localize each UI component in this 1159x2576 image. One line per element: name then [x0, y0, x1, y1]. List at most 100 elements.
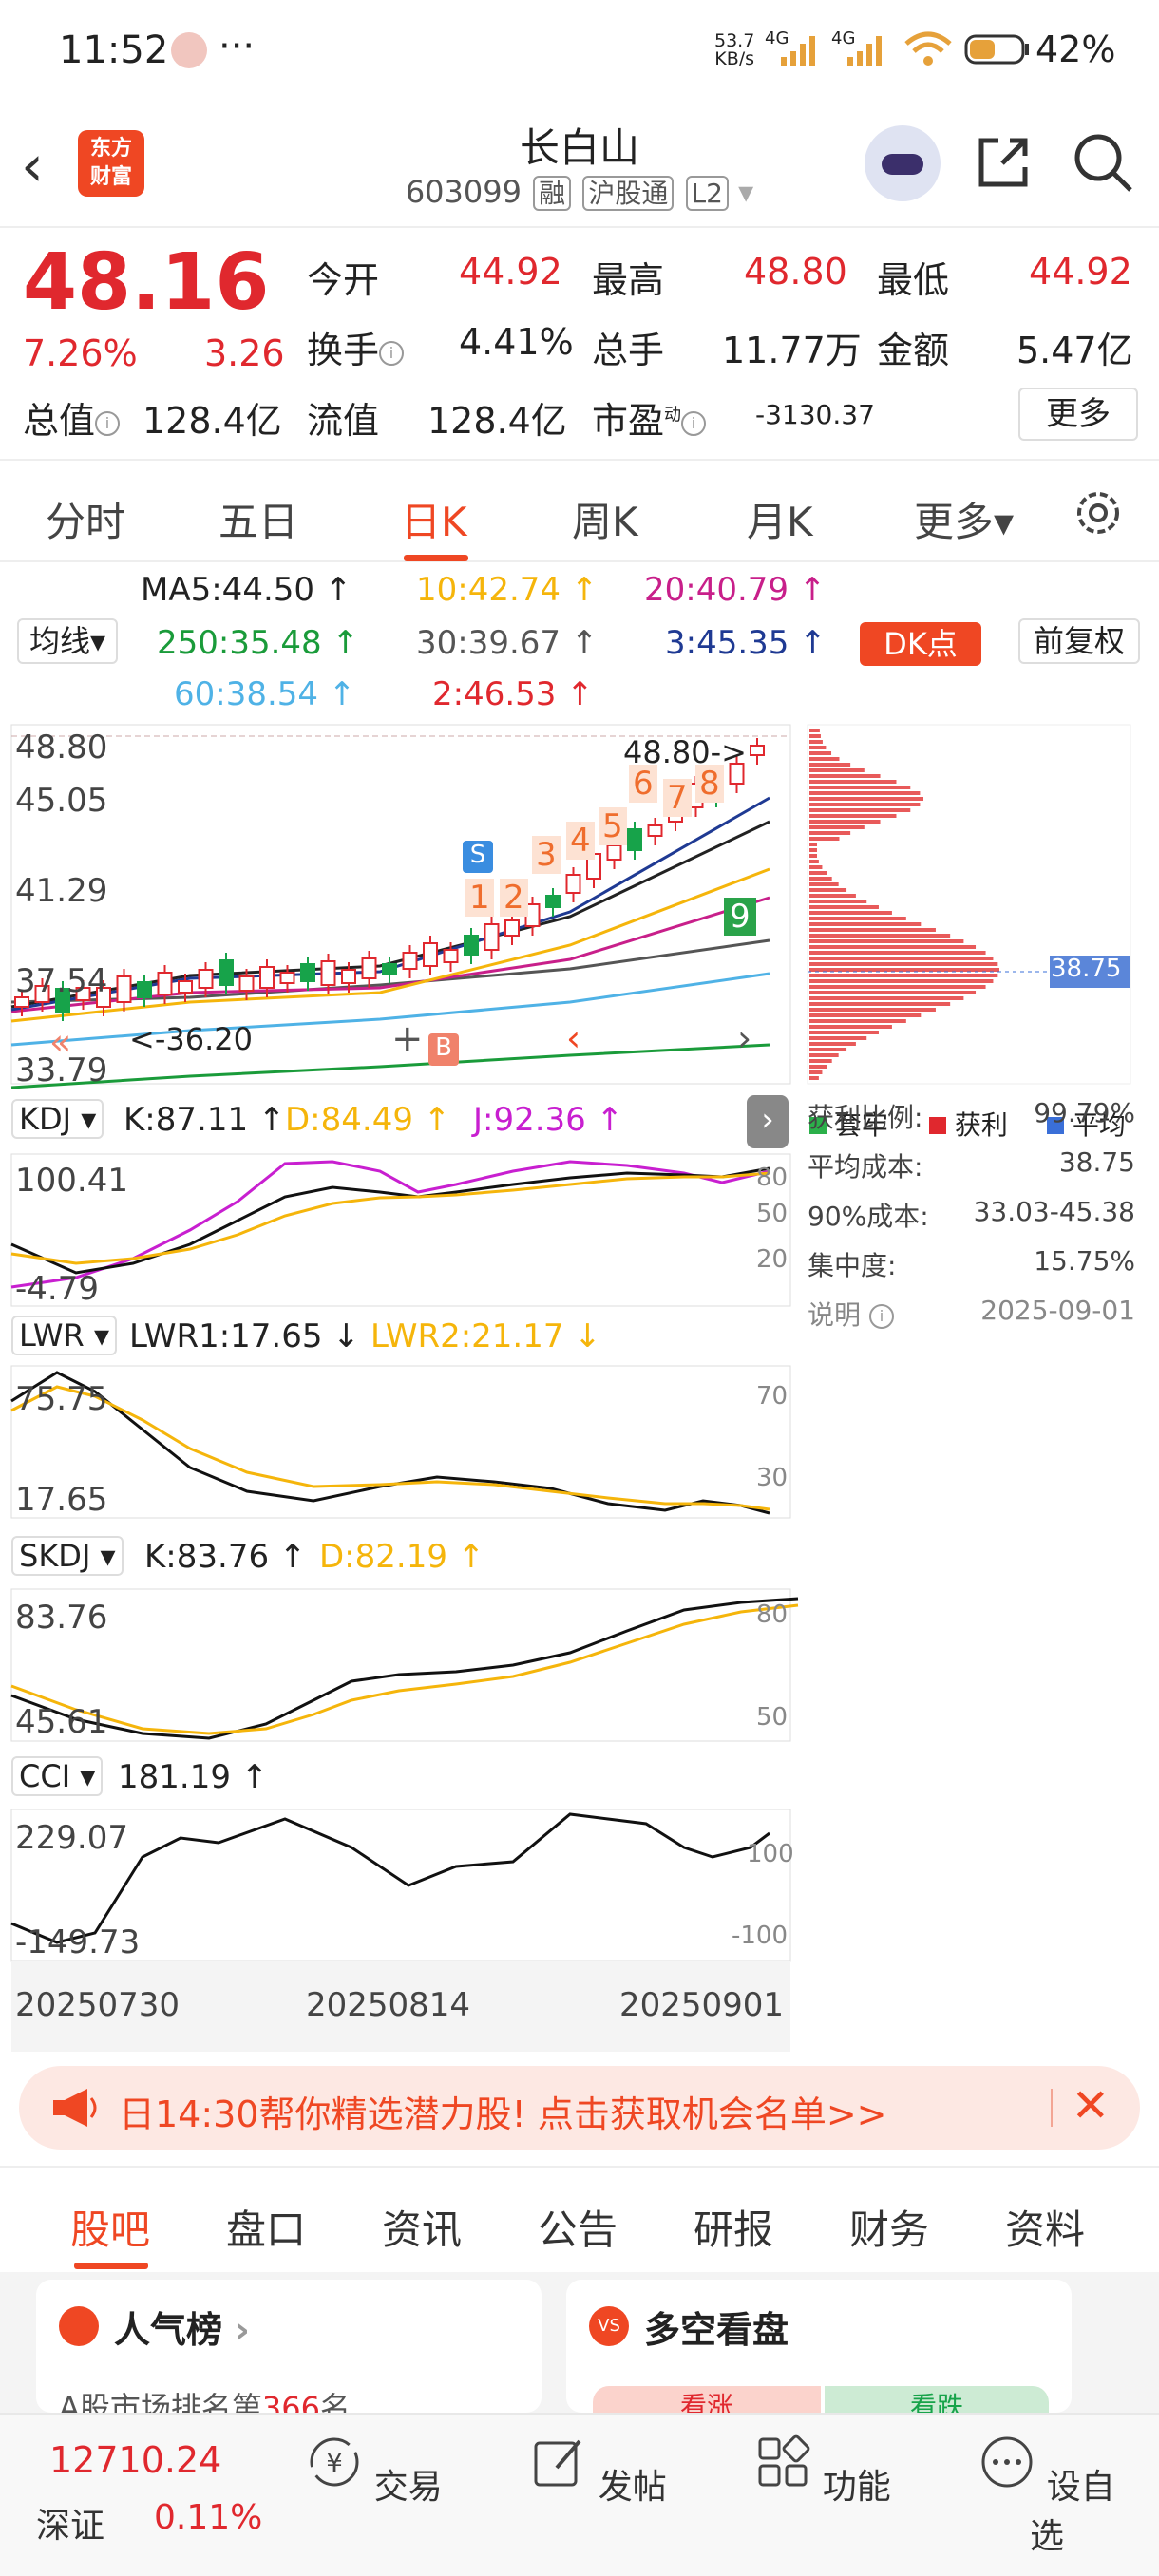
candle-body [464, 935, 479, 956]
gear-icon[interactable] [1072, 486, 1125, 540]
chart-area[interactable]: 48.80 45.05 41.29 37.54 33.79 48.80-> <-… [0, 717, 1159, 2052]
amount-label: 金额 [877, 330, 950, 371]
chip-bar [809, 734, 821, 738]
sell-signal[interactable]: S [463, 841, 493, 873]
expand-panel-button[interactable]: › [747, 1095, 788, 1148]
chip-bar [809, 1036, 867, 1040]
candle-body [259, 966, 275, 989]
lwr-top: 75.75 [15, 1380, 108, 1418]
candle-body [484, 923, 500, 951]
kline-svg[interactable] [0, 717, 1159, 2052]
nav-trade[interactable]: ¥ 交易 [298, 2434, 450, 2509]
pe-label[interactable]: 市盈动 i [592, 391, 707, 444]
info-icon: i [379, 340, 405, 366]
popularity-card[interactable]: 人气榜 › A股市场排名第366名 [36, 2280, 542, 2426]
turnover-value: 4.41% [459, 321, 574, 363]
nav-functions[interactable]: 功能 [747, 2434, 899, 2509]
chip-bar [809, 985, 986, 989]
ma3-label: 3:45.35 ↑ [665, 624, 826, 662]
tab-daily-k[interactable]: 日K [401, 490, 467, 548]
wifi-icon [904, 31, 952, 66]
chip-bar [809, 1053, 839, 1057]
candle-body [157, 972, 173, 995]
chip-bar [809, 1025, 892, 1029]
ma-selector[interactable]: 均线▾ [17, 618, 118, 664]
date-start: 20250730 [15, 1986, 180, 2024]
tab-research[interactable]: 研报 [694, 2198, 773, 2256]
turnover-label[interactable]: 换手 i [307, 321, 405, 373]
share-icon[interactable] [974, 133, 1033, 192]
float-label: 流值 [307, 400, 380, 442]
nav-post[interactable]: 发帖 [522, 2434, 674, 2509]
l2-tag: L2 [685, 176, 729, 211]
y-label-3: 41.29 [15, 872, 108, 910]
chip-bar [809, 1076, 819, 1080]
prev-icon[interactable]: ‹ [566, 1017, 580, 1059]
chip-bar [809, 814, 897, 818]
double-left-icon[interactable]: « [49, 1021, 71, 1063]
chip-bar [809, 996, 964, 1000]
tab-profile[interactable]: 资料 [1005, 2198, 1085, 2256]
cost-90-row: 90%成本: 33.03-45.38 [808, 1196, 1135, 1232]
lwr-selector[interactable]: LWR ▾ [11, 1316, 117, 1355]
skdj-selector[interactable]: SKDJ ▾ [11, 1536, 124, 1576]
tab-weekly-k[interactable]: 周K [572, 490, 638, 548]
feature-cards: 人气榜 › A股市场排名第366名 VS 多空看盘 看涨 看跌 [0, 2272, 1159, 2426]
index-value[interactable]: 12710.24 [49, 2439, 221, 2481]
next-icon[interactable]: › [737, 1017, 751, 1059]
candle-body [116, 975, 132, 1003]
seq-3: 3 [532, 836, 560, 874]
index-name[interactable]: 深证 [36, 2498, 104, 2548]
tab-news[interactable]: 资讯 [382, 2198, 462, 2256]
cci-selector[interactable]: CCI ▾ [11, 1756, 104, 1796]
chip-bar [809, 962, 998, 966]
tab-announcements[interactable]: 公告 [538, 2198, 618, 2256]
signal-icon-2 [847, 36, 882, 66]
mktcap-label[interactable]: 总值 i [23, 391, 121, 444]
index-percent[interactable]: 0.11% [154, 2498, 262, 2537]
chip-bar [809, 905, 879, 909]
content-tabs: 股吧 盘口 资讯 公告 研报 财务 资料 [0, 2166, 1159, 2270]
concentration-row: 集中度: 15.75% [808, 1245, 1135, 1281]
close-icon[interactable]: ✕ [1050, 2079, 1110, 2132]
tab-more[interactable]: 更多▾ [914, 490, 1014, 548]
seq-9: 9 [724, 898, 756, 936]
seq-2: 2 [500, 879, 528, 917]
low-value: 44.92 [1029, 251, 1132, 293]
date-end: 20250901 [619, 1986, 785, 2024]
more-notifications-icon: ··· [218, 25, 256, 68]
note-row[interactable]: 说明 i 2025-09-01 [808, 1295, 1135, 1344]
assistant-robot-icon[interactable] [864, 125, 940, 201]
tab-guba[interactable]: 股吧 [70, 2198, 150, 2256]
chip-bar [809, 900, 867, 903]
tab-finance[interactable]: 财务 [849, 2198, 929, 2256]
buy-signal[interactable]: B [428, 1033, 459, 1066]
chip-bar [809, 934, 951, 938]
candle-body [178, 980, 193, 994]
volume-value: 11.77万 [722, 330, 862, 371]
more-quote-button[interactable]: 更多 [1018, 388, 1138, 441]
promo-banner[interactable]: 日14:30帮你精选潜力股! 点击获取机会名单>> ✕ [19, 2066, 1140, 2150]
dk-point-button[interactable]: DK点 [860, 622, 981, 666]
edit-icon [534, 2439, 581, 2487]
bull-bear-card[interactable]: VS 多空看盘 看涨 看跌 [566, 2280, 1072, 2422]
chip-bar [809, 825, 864, 829]
change-amount: 3.26 [204, 332, 285, 374]
candle-body [238, 975, 255, 992]
chip-bar [809, 1059, 832, 1063]
nav-watchlist[interactable]: 设自选 [971, 2434, 1123, 2558]
search-icon[interactable] [1072, 131, 1134, 194]
chip-bar [809, 1013, 922, 1017]
chip-bar [809, 837, 840, 841]
tab-pankou[interactable]: 盘口 [226, 2198, 306, 2256]
skdj-bottom: 45.61 [15, 1703, 108, 1741]
skdj-top: 83.76 [15, 1599, 108, 1637]
tab-intraday[interactable]: 分时 [46, 490, 125, 548]
tab-five-day[interactable]: 五日 [218, 490, 298, 548]
tab-monthly-k[interactable]: 月K [747, 490, 813, 548]
zoom-plus-icon[interactable]: + [391, 1017, 424, 1061]
adjust-selector[interactable]: 前复权 [1018, 618, 1140, 664]
chevron-down-icon[interactable]: ▾ [738, 174, 753, 210]
kdj-selector[interactable]: KDJ ▾ [11, 1099, 104, 1139]
low-marker: <-36.20 [129, 1021, 253, 1057]
